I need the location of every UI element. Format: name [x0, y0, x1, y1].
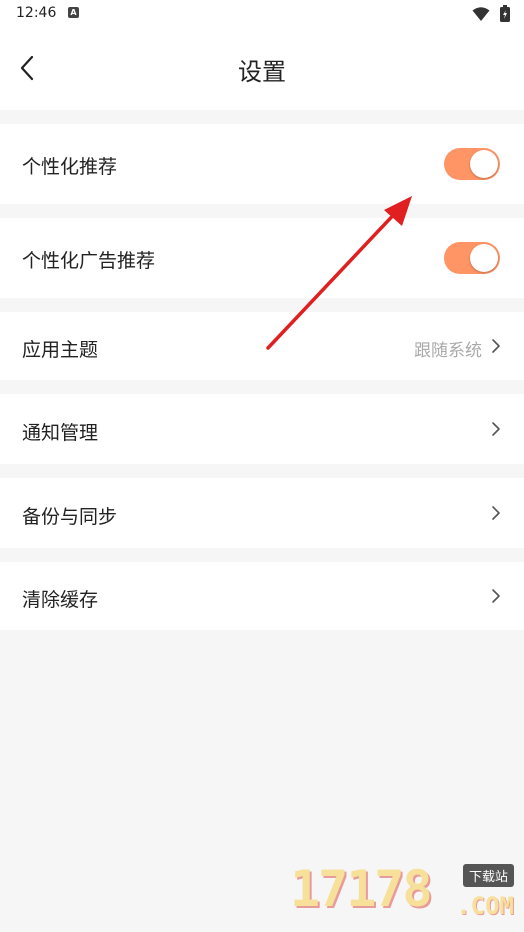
app-theme-label: 应用主题 [22, 339, 99, 361]
chevron-right-icon [492, 589, 500, 603]
settings-row-backup-sync[interactable]: 备份与同步 [0, 478, 524, 548]
notification-management-label: 通知管理 [22, 422, 99, 444]
watermark-tag: 下载站 [462, 864, 514, 887]
settings-row-notification-management[interactable]: 通知管理 [0, 394, 524, 464]
wifi-icon [472, 7, 490, 21]
chevron-right-icon [492, 506, 500, 520]
personalized-recommendation-label: 个性化推荐 [22, 156, 118, 178]
watermark-suffix: .COM [456, 892, 514, 920]
header: 设置 [0, 28, 524, 110]
toggle-knob [470, 150, 498, 178]
page-title: 设置 [238, 58, 286, 86]
status-time: 12:46 [16, 5, 57, 21]
watermark-number: 17178 [290, 860, 433, 918]
notification-a-icon: A [68, 7, 79, 18]
watermark-logo: 17178 下载站 .COM [290, 858, 520, 924]
personalized-ad-recommendation-toggle[interactable] [444, 242, 500, 274]
backup-sync-label: 备份与同步 [22, 506, 118, 528]
personalized-recommendation-toggle[interactable] [444, 148, 500, 180]
settings-row-clear-cache[interactable]: 清除缓存 [0, 562, 524, 630]
status-bar: 12:46 A [0, 0, 524, 28]
settings-row-personalized-recommendation: 个性化推荐 [0, 124, 524, 204]
settings-row-app-theme[interactable]: 应用主题 跟随系统 [0, 312, 524, 380]
app-theme-value: 跟随系统 [414, 341, 482, 361]
settings-row-personalized-ad-recommendation: 个性化广告推荐 [0, 218, 524, 298]
clear-cache-label: 清除缓存 [22, 589, 99, 611]
chevron-right-icon [492, 422, 500, 436]
chevron-right-icon [492, 339, 500, 353]
battery-icon [500, 5, 510, 22]
toggle-knob [470, 244, 498, 272]
personalized-ad-recommendation-label: 个性化广告推荐 [22, 250, 156, 272]
